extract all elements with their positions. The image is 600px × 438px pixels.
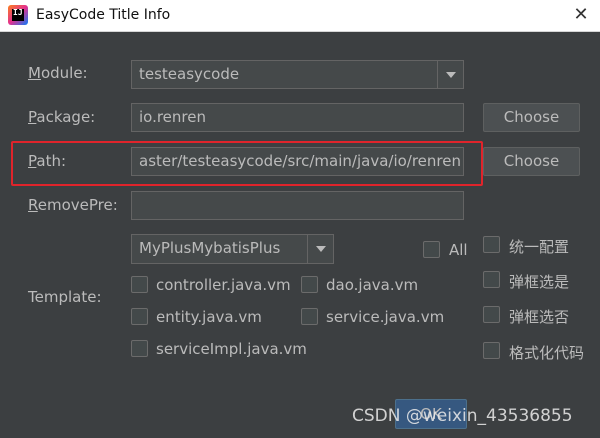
format-code-checkbox[interactable] (483, 342, 500, 359)
package-label: Package: (28, 108, 96, 126)
dialog-yes-label: 弹框选是 (509, 273, 570, 291)
dao-checkbox-label: dao.java.vm (326, 276, 419, 294)
service-checkbox[interactable] (301, 308, 318, 325)
intellij-app-icon: IJ (8, 5, 28, 25)
controller-checkbox[interactable] (131, 276, 148, 293)
entity-checkbox[interactable] (131, 308, 148, 325)
window-title: EasyCode Title Info (36, 7, 171, 23)
package-input[interactable]: io.renren (131, 103, 464, 132)
entity-checkbox-label: entity.java.vm (156, 308, 262, 326)
template-label: Template: (28, 288, 102, 306)
service-impl-checkbox[interactable] (131, 340, 148, 357)
choose-package-button[interactable]: Choose (483, 103, 580, 132)
unified-config-checkbox[interactable] (483, 236, 500, 253)
dialog-no-checkbox[interactable] (483, 306, 500, 323)
all-checkbox[interactable] (423, 241, 440, 258)
module-combobox-value: testeasycode (139, 65, 240, 83)
path-highlight-box (11, 141, 483, 186)
module-label: Module: (28, 64, 88, 82)
unified-config-label: 统一配置 (509, 238, 570, 256)
module-combobox[interactable]: testeasycode (131, 60, 464, 89)
template-group-combobox[interactable]: MyPlusMybatisPlus (131, 234, 334, 264)
remove-pre-label: RemovePre: (28, 196, 118, 214)
dialog-yes-checkbox[interactable] (483, 271, 500, 288)
dao-checkbox[interactable] (301, 276, 318, 293)
controller-checkbox-label: controller.java.vm (156, 276, 291, 294)
csdn-watermark: CSDN @weixin_43536855 (352, 406, 573, 426)
template-group-value: MyPlusMybatisPlus (139, 239, 281, 257)
choose-path-button[interactable]: Choose (483, 147, 580, 176)
remove-pre-input[interactable] (131, 191, 464, 220)
chevron-down-icon[interactable] (437, 61, 463, 88)
title-bar: IJ EasyCode Title Info ✕ (0, 0, 600, 32)
dialog-no-label: 弹框选否 (509, 308, 570, 326)
all-checkbox-label: All (449, 241, 468, 259)
service-impl-checkbox-label: serviceImpl.java.vm (156, 340, 307, 358)
close-icon[interactable]: ✕ (568, 3, 594, 27)
format-code-label: 格式化代码 (509, 344, 585, 362)
chevron-down-icon[interactable] (307, 235, 333, 263)
service-checkbox-label: service.java.vm (326, 308, 445, 326)
